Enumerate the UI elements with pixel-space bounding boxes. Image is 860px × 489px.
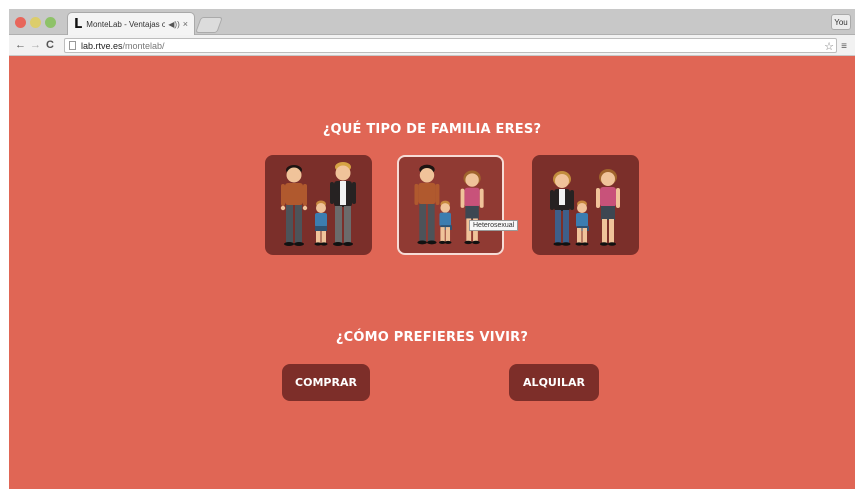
speaker-icon[interactable]: ◀)) <box>168 20 179 29</box>
montelab-favicon-icon: L <box>74 16 83 32</box>
close-window-button[interactable] <box>15 17 26 28</box>
forward-arrow-icon[interactable]: → <box>30 38 41 52</box>
tab-title: MonteLab - Ventajas o <box>86 19 166 29</box>
rent-button[interactable]: ALQUILAR <box>509 364 599 401</box>
family-option-heterosexual[interactable] <box>397 155 504 255</box>
buy-button[interactable]: COMPRAR <box>282 364 370 401</box>
two-fathers-child-icon <box>280 162 356 246</box>
url-path: /montelab/ <box>122 40 165 51</box>
tab-close-icon[interactable]: × <box>183 19 188 29</box>
new-tab-button[interactable] <box>195 17 223 33</box>
family-option-two-mothers[interactable] <box>532 155 639 255</box>
address-bar[interactable]: lab.rtve.es /montelab/ ☆ ≡ <box>64 38 847 53</box>
family-option-two-fathers[interactable] <box>265 155 372 255</box>
reload-icon[interactable]: C <box>46 38 54 52</box>
browser-tab[interactable]: L MonteLab - Ventajas o ◀)) × <box>67 12 195 35</box>
page-icon <box>69 41 76 50</box>
bookmark-star-icon[interactable]: ☆ <box>824 40 834 53</box>
maximize-window-button[interactable] <box>45 17 56 28</box>
two-mothers-child-icon <box>550 169 620 246</box>
family-question-heading: ¿QUÉ TIPO DE FAMILIA ERES? <box>322 122 542 137</box>
profile-button[interactable]: You <box>831 14 851 30</box>
menu-icon[interactable]: ≡ <box>841 41 847 52</box>
page-content: ¿QUÉ TIPO DE FAMILIA ERES? Heterosexual … <box>9 56 855 489</box>
family-tooltip: Heterosexual <box>469 220 519 231</box>
minimize-window-button[interactable] <box>30 17 41 28</box>
browser-tabstrip: L MonteLab - Ventajas o ◀)) × You <box>9 9 855 35</box>
living-question-heading: ¿CÓMO PREFIERES VIVIR? <box>335 330 529 345</box>
browser-toolbar: ← → C lab.rtve.es /montelab/ ☆ ≡ <box>9 35 855 56</box>
father-mother-child-icon <box>414 164 484 245</box>
url-domain: lab.rtve.es <box>81 40 123 51</box>
back-arrow-icon[interactable]: ← <box>15 38 26 52</box>
